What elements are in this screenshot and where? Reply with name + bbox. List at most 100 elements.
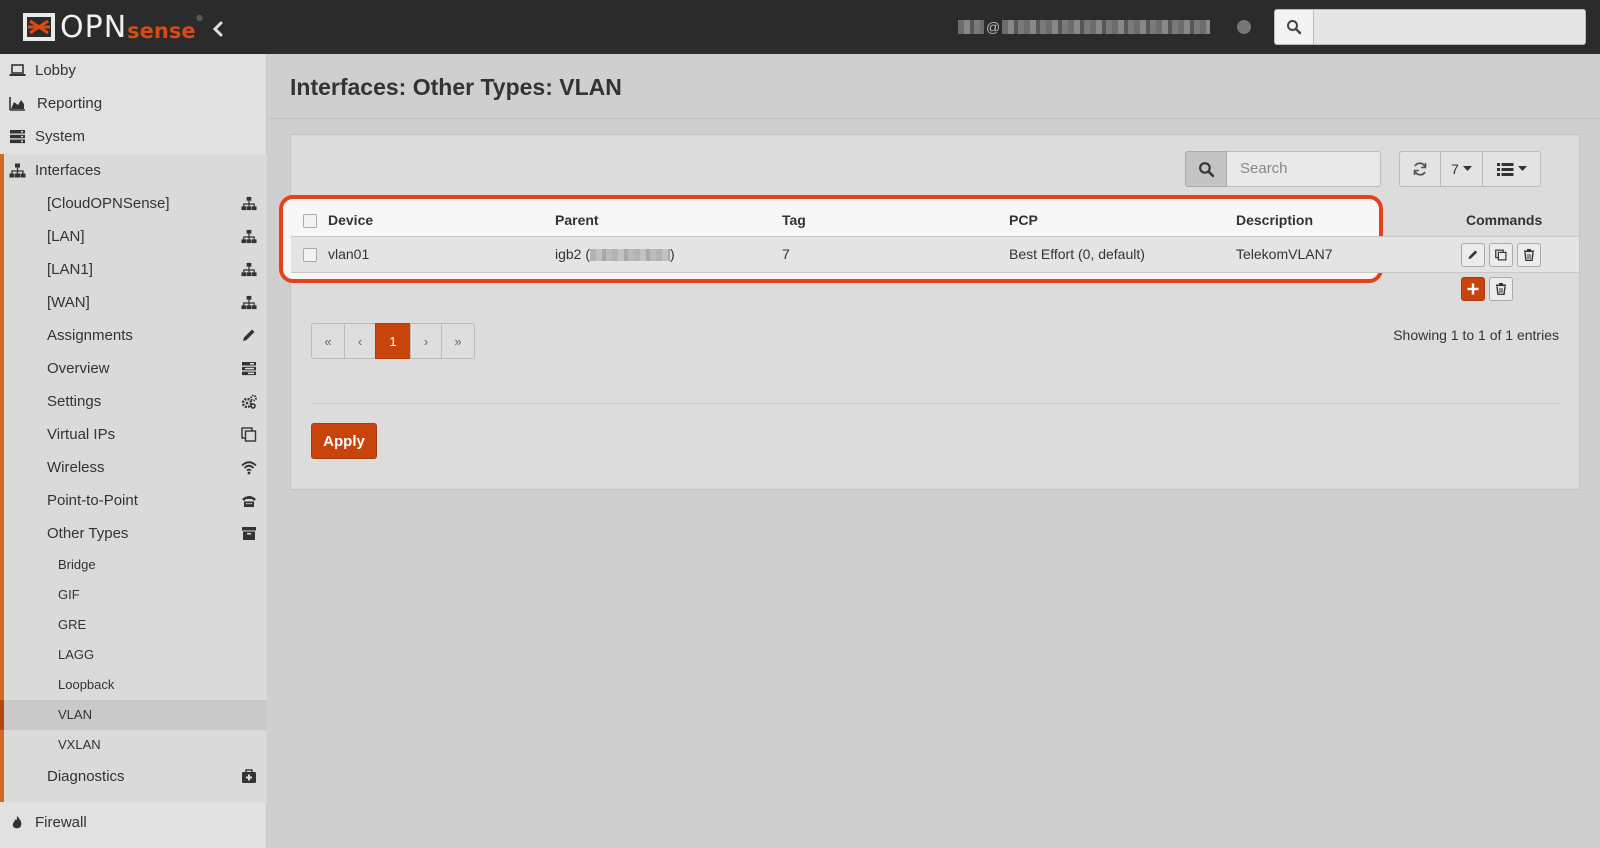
rows-per-page-dropdown[interactable]: 7 — [1441, 151, 1483, 187]
sidebar-item-label: Point-to-Point — [47, 492, 138, 509]
search-icon — [1287, 20, 1302, 35]
apply-button[interactable]: Apply — [311, 423, 377, 459]
entries-info: Showing 1 to 1 of 1 entries — [1393, 327, 1559, 343]
sidebar-item-settings[interactable]: Settings — [4, 385, 267, 418]
cell-description: TelekomVLAN7 — [1236, 246, 1333, 262]
pager-prev[interactable]: ‹ — [344, 323, 376, 359]
sidebar-item-interfaces[interactable]: Interfaces — [0, 154, 267, 187]
sidebar-item-label: Assignments — [47, 327, 133, 344]
sidebar-item-label: Firewall — [35, 814, 87, 831]
pager-page-1[interactable]: 1 — [375, 323, 411, 359]
active-item-bar — [0, 700, 4, 730]
pencil-icon — [1468, 250, 1478, 260]
user-info[interactable]: @ — [958, 18, 1211, 36]
refresh-icon — [1413, 162, 1427, 176]
sidebar-item-assignments[interactable]: Assignments — [4, 319, 267, 352]
pager-first[interactable]: « — [311, 323, 345, 359]
grid-header-row: Device Parent Tag PCP Description Comman… — [291, 203, 1579, 237]
sidebar-item-label: VLAN — [58, 707, 92, 722]
sidebar-item-loopback[interactable]: Loopback — [4, 670, 267, 700]
sidebar-item-lan1[interactable]: [LAN1] — [4, 253, 267, 286]
clone-button[interactable] — [1489, 243, 1513, 267]
sidebar-item-vlan[interactable]: VLAN — [0, 700, 267, 730]
laptop-icon — [9, 64, 26, 76]
sitemap-icon — [9, 163, 26, 178]
sidebar-item-lan[interactable]: [LAN] — [4, 220, 267, 253]
sidebar-item-overview[interactable]: Overview — [4, 352, 267, 385]
edit-button[interactable] — [1461, 243, 1485, 267]
sidebar-item-label: VXLAN — [58, 737, 101, 752]
trash-icon — [1496, 283, 1506, 295]
column-header-device[interactable]: Device — [328, 212, 373, 228]
sidebar-item-system[interactable]: System — [0, 120, 267, 153]
column-header-description[interactable]: Description — [1236, 212, 1313, 228]
sidebar-item-vxlan[interactable]: VXLAN — [4, 730, 267, 760]
sidebar-item-virtual-ips[interactable]: Virtual IPs — [4, 418, 267, 451]
pager-last[interactable]: » — [441, 323, 475, 359]
main-content: Interfaces: Other Types: VLAN Search 7 D… — [267, 54, 1600, 848]
sidebar-item-cloudopnsense[interactable]: [CloudOPNSense] — [4, 187, 267, 220]
vlan-grid-panel: Search 7 Device Parent Tag PCP Descripti… — [279, 134, 1580, 490]
table-row[interactable]: vlan01 igb2 () 7 Best Effort (0, default… — [291, 237, 1579, 273]
sidebar-item-label: Settings — [47, 393, 102, 410]
search-icon — [1198, 161, 1214, 177]
sidebar-item-point-to-point[interactable]: Point-to-Point — [4, 484, 267, 517]
rows-per-page-value: 7 — [1451, 161, 1459, 177]
user-at-sign: @ — [986, 19, 1001, 35]
sidebar-item-label: LAGG — [58, 647, 95, 662]
grid-toolbar: 7 — [1399, 151, 1541, 187]
top-search-input[interactable] — [1314, 9, 1586, 45]
status-indicator[interactable] — [1237, 20, 1251, 34]
add-button[interactable] — [1461, 277, 1485, 301]
sidebar-item-label: Virtual IPs — [47, 426, 116, 443]
clone-icon — [241, 427, 257, 442]
sidebar-item-label: Bridge — [58, 557, 96, 572]
parent-interface-prefix: igb2 ( — [555, 246, 591, 262]
sidebar-item-other-types[interactable]: Other Types — [4, 517, 267, 550]
sidebar-item-label: GRE — [58, 617, 87, 632]
grid-search: Search — [1185, 151, 1381, 187]
caret-down-icon — [1517, 166, 1527, 171]
sidebar-item-wireless[interactable]: Wireless — [4, 451, 267, 484]
logo-registered: ® — [196, 13, 203, 23]
page-title: Interfaces: Other Types: VLAN — [290, 74, 622, 100]
sidebar-item-gif[interactable]: GIF — [4, 580, 267, 610]
row-checkbox[interactable] — [303, 248, 317, 262]
column-header-commands: Commands — [1466, 212, 1543, 228]
pagination: « ‹ 1 › » — [311, 323, 475, 359]
cogs-icon — [241, 394, 257, 409]
chevron-left-icon[interactable] — [208, 19, 228, 39]
caret-down-icon — [1462, 166, 1472, 171]
delete-selected-button[interactable] — [1489, 277, 1513, 301]
sidebar-item-firewall[interactable]: Firewall — [0, 806, 267, 839]
sidebar-item-gre[interactable]: GRE — [4, 610, 267, 640]
delete-button[interactable] — [1517, 243, 1541, 267]
cell-device: vlan01 — [328, 246, 370, 262]
pager-next[interactable]: › — [410, 323, 442, 359]
sidebar-item-diagnostics[interactable]: Diagnostics — [4, 760, 267, 793]
clone-icon — [1495, 249, 1507, 261]
column-header-parent[interactable]: Parent — [555, 212, 599, 228]
archive-icon — [242, 527, 256, 540]
sidebar-item-label: [CloudOPNSense] — [47, 195, 170, 212]
opnsense-logo[interactable]: OPN sense ® — [22, 8, 203, 46]
sidebar-item-label: Diagnostics — [47, 768, 125, 785]
page-header: Interfaces: Other Types: VLAN — [267, 54, 1600, 119]
column-header-tag[interactable]: Tag — [782, 212, 806, 228]
grid-search-input[interactable]: Search — [1227, 151, 1381, 187]
sidebar-item-lobby[interactable]: Lobby — [0, 54, 267, 87]
sidebar-item-bridge[interactable]: Bridge — [4, 550, 267, 580]
area-chart-icon — [9, 97, 25, 111]
plus-icon — [1467, 283, 1479, 295]
refresh-button[interactable] — [1399, 151, 1441, 187]
select-all-checkbox[interactable] — [303, 214, 317, 228]
sidebar-item-label: Lobby — [35, 62, 76, 79]
grid-search-button[interactable] — [1185, 151, 1227, 187]
sidebar-item-wan[interactable]: [WAN] — [4, 286, 267, 319]
columns-dropdown[interactable] — [1483, 151, 1541, 187]
column-header-pcp[interactable]: PCP — [1009, 212, 1038, 228]
sidebar-item-label: Interfaces — [35, 162, 101, 179]
sidebar-item-reporting[interactable]: Reporting — [0, 87, 267, 120]
sidebar-item-lagg[interactable]: LAGG — [4, 640, 267, 670]
top-search-button[interactable] — [1274, 9, 1314, 45]
